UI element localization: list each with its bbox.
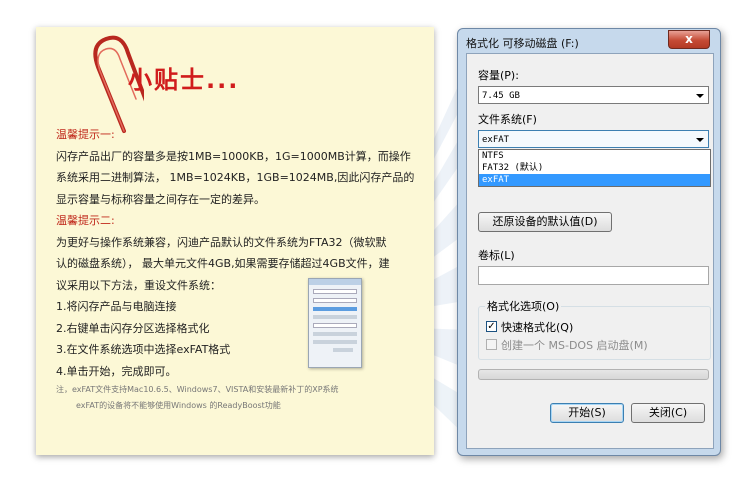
chevron-down-icon (696, 94, 704, 98)
start-button[interactable]: 开始(S) (550, 403, 624, 423)
note-line: exFAT的设备将不能够使用Windows 的ReadyBoost功能 (76, 401, 281, 410)
quick-format-checkbox[interactable]: ✓ (486, 321, 497, 332)
close-button[interactable]: 关闭(C) (631, 403, 705, 423)
volume-label-input[interactable] (478, 266, 709, 285)
chevron-down-icon (696, 138, 704, 142)
capacity-select[interactable]: 7.45 GB (478, 86, 709, 104)
note-line: 注，exFAT文件支持Mac10.6.5、Windows7、VISTA和安装最新… (56, 385, 339, 394)
filesystem-option-ntfs[interactable]: NTFS (479, 150, 710, 162)
step-item: 4.单击开始，完成即可。 (56, 364, 177, 378)
tip2-line: 认的磁盘系统）， 最大单元文件4GB,如果需要存储超过4GB文件，建 (56, 257, 390, 270)
step-item: 1.将闪存产品与电脑连接 (56, 300, 177, 313)
format-dialog: 格式化 可移动磁盘 (F:) x 容量(P): 7.45 GB 文件系统(F) … (457, 28, 721, 456)
step-item: 2.右键单击闪存分区选择格式化 (56, 321, 210, 335)
msdos-label: 创建一个 MS-DOS 启动盘(M) (501, 339, 648, 352)
quick-format-label[interactable]: 快速格式化(Q) (501, 319, 573, 335)
dialog-thumbnail (308, 278, 362, 368)
filesystem-label: 文件系统(F) (478, 113, 537, 126)
format-options-label: 格式化选项(O) (485, 298, 562, 314)
capacity-label: 容量(P): (478, 69, 519, 82)
filesystem-value: exFAT (482, 135, 510, 145)
filesystem-option-fat32[interactable]: FAT32 (默认) (479, 162, 710, 174)
msdos-checkbox[interactable] (486, 339, 497, 350)
tip1-line: 系统采用二进制算法， 1MB=1024KB，1GB=1024MB,因此闪存产品的 (56, 171, 415, 184)
dialog-title: 格式化 可移动磁盘 (F:) (466, 37, 579, 50)
tip1-heading: 温馨提示一: (56, 128, 115, 141)
tip2-heading: 温馨提示二: (56, 214, 115, 227)
dialog-client: 容量(P): 7.45 GB 文件系统(F) exFAT NTFS FAT32 … (466, 53, 714, 449)
tip1-line: 显示容量与标称容量之间存在一定的差异。 (56, 192, 265, 206)
filesystem-dropdown: NTFS FAT32 (默认) exFAT (478, 149, 711, 187)
tip1-line: 闪存产品出厂的容量多是按1MB=1000KB，1G=1000MB计算，而操作 (56, 149, 411, 163)
restore-defaults-button[interactable]: 还原设备的默认值(D) (478, 212, 612, 232)
tip2-line: 议采用以下方法，重设文件系统： (56, 278, 221, 292)
tip2-line: 为更好与操作系统兼容，闪迪产品默认的文件系统为FTA32（微软默 (56, 235, 387, 249)
close-icon[interactable]: x (668, 30, 710, 49)
format-progress-bar (478, 369, 709, 380)
step-item: 3.在文件系统选项中选择exFAT格式 (56, 343, 231, 356)
tips-title: 小贴士... (128, 66, 240, 94)
volume-label: 卷标(L) (478, 249, 515, 262)
capacity-value: 7.45 GB (482, 91, 520, 101)
filesystem-select[interactable]: exFAT (478, 130, 709, 148)
tips-content: 温馨提示一: 闪存产品出厂的容量多是按1MB=1000KB，1G=1000MB计… (56, 124, 426, 414)
filesystem-option-exfat[interactable]: exFAT (479, 174, 710, 186)
